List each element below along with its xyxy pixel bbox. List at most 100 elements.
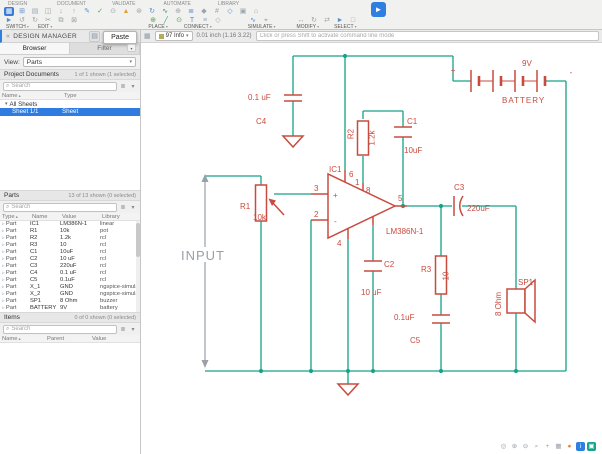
canvas-nav-icon[interactable]: ◎ <box>499 442 508 451</box>
command-line-input[interactable] <box>256 31 599 41</box>
ribbon-tool-icon[interactable]: ▲ <box>121 7 131 16</box>
ribbon-tool-icon[interactable]: ◆ <box>199 7 209 16</box>
gnd-symbol-bottom[interactable] <box>338 384 358 395</box>
collapse-section-icon[interactable]: ▾ <box>129 326 137 333</box>
canvas-nav-icon[interactable]: + <box>543 442 552 451</box>
capacitor-c2[interactable] <box>364 261 382 271</box>
column-header-name[interactable]: Name ▴ <box>2 92 64 99</box>
part-type-cell: Part <box>0 284 30 291</box>
opamp-symbol[interactable] <box>328 174 395 238</box>
ribbon-tool-icon[interactable]: ∿ <box>160 7 170 16</box>
part-value-cell: 8 Ohm <box>60 298 100 305</box>
parts-list: Part IC1 LM386N-1 linear Part R1 10k pot… <box>0 221 140 312</box>
column-header-value[interactable]: Value <box>62 213 102 220</box>
ribbon-tool-icon[interactable]: ⊛ <box>134 7 144 16</box>
part-library-cell: rcl <box>100 256 140 263</box>
paste-icon[interactable]: ▤ <box>89 31 100 42</box>
part-row[interactable]: Part BATTERY 9V battery <box>0 305 140 312</box>
part-row[interactable]: Part R1 10k pot <box>0 228 140 235</box>
column-header-name[interactable]: Name <box>32 213 62 220</box>
scrollbar-thumb[interactable] <box>136 223 140 257</box>
opamp-plus-label: + <box>333 191 338 200</box>
part-row[interactable]: Part C1 10uF rcl <box>0 249 140 256</box>
parts-search-input[interactable] <box>11 204 114 210</box>
ribbon-tool-icon[interactable]: ↑ <box>69 7 79 16</box>
canvas-nav-icon[interactable]: ⊖ <box>521 442 530 451</box>
part-row[interactable]: Part X_2 GND ngspice-simulatio <box>0 291 140 298</box>
sort-asc-icon: ▴ <box>18 335 20 342</box>
section-items[interactable]: Items 0 of 0 shown (0 selected) <box>0 312 140 323</box>
ribbon-tool-icon[interactable]: ▤ <box>30 7 40 16</box>
ribbon-tool-icon[interactable]: ↓ <box>56 7 66 16</box>
collapse-section-icon[interactable]: ▾ <box>129 83 137 90</box>
list-options-icon[interactable]: ≣ <box>119 326 127 333</box>
documents-search-input[interactable] <box>11 83 114 89</box>
ribbon-tool-icon[interactable]: ≣ <box>186 7 196 16</box>
battery-symbol[interactable] <box>471 70 545 92</box>
layer-label: 97 Info <box>166 33 184 39</box>
list-options-icon[interactable]: ≣ <box>119 83 127 90</box>
r1-value-label: 10k <box>253 213 267 222</box>
ribbon-tool-icon[interactable]: ↻ <box>147 7 157 16</box>
ribbon-tool-icon[interactable]: ▣ <box>238 7 248 16</box>
part-row[interactable]: Part C2 10 uF rcl <box>0 256 140 263</box>
opamp-minus-label: - <box>334 217 337 226</box>
ribbon-tool-icon[interactable]: ◇ <box>225 7 235 16</box>
grid-settings-icon[interactable]: ▦ <box>144 32 151 40</box>
part-row[interactable]: Part R2 1.2k rcl <box>0 235 140 242</box>
column-label: Name <box>2 92 17 99</box>
column-header-parent[interactable]: Parent <box>47 335 92 342</box>
part-value-cell: 1.2k <box>60 235 100 242</box>
tab-browser[interactable]: Browser <box>0 43 70 54</box>
part-row[interactable]: Part X_1 GND ngspice-simulatio <box>0 284 140 291</box>
ribbon-tool-icon[interactable]: ▦ <box>4 7 14 16</box>
ribbon-tool-icon[interactable]: ⊕ <box>173 7 183 16</box>
section-parts[interactable]: Parts 13 of 13 shown (0 selected) <box>0 190 140 201</box>
layer-select[interactable]: 97 Info ▾ <box>155 31 193 41</box>
collapse-panel-icon[interactable]: « <box>6 33 10 40</box>
ribbon-tool-icon[interactable]: # <box>212 7 222 16</box>
part-row[interactable]: Part C5 0.1uF rcl <box>0 277 140 284</box>
canvas-nav-icon[interactable]: ▣ <box>587 442 596 451</box>
select-tool-button[interactable]: ► <box>371 2 386 17</box>
canvas-nav-icon[interactable]: ⊕ <box>510 442 519 451</box>
tree-item-all-sheets[interactable]: ▾ All Sheets <box>0 100 140 108</box>
collapse-section-icon[interactable]: ▾ <box>129 204 137 211</box>
list-options-icon[interactable]: ≣ <box>119 204 127 211</box>
ribbon-tool-icon[interactable]: ⌂ <box>251 7 261 16</box>
view-select[interactable]: Parts ▾ <box>23 57 136 67</box>
canvas-nav-icon[interactable]: ⌕ <box>532 442 541 451</box>
part-row[interactable]: Part C3 220uF rcl <box>0 263 140 270</box>
sheet-row-selected[interactable]: Sheet 1/1 Sheet <box>0 108 140 116</box>
column-header-type[interactable]: Type <box>64 92 138 99</box>
paste-dropdown-icon[interactable]: ▾ <box>127 44 136 52</box>
column-header-name[interactable]: Name ▴ <box>2 335 47 342</box>
capacitor-c4[interactable] <box>284 95 302 101</box>
part-library-cell: pot <box>100 228 140 235</box>
schematic-canvas[interactable]: INPUT <box>141 43 602 454</box>
ribbon-tool-icon[interactable]: ⊞ <box>17 7 27 16</box>
part-row[interactable]: Part C4 0.1 uF rcl <box>0 270 140 277</box>
tree-expander-icon[interactable]: ▾ <box>5 101 8 107</box>
ribbon-tool-icon[interactable]: ✎ <box>82 7 92 16</box>
column-header-value[interactable]: Value <box>92 335 138 342</box>
ribbon-tool-icon[interactable]: ⊙ <box>108 7 118 16</box>
canvas-nav-icon[interactable]: i <box>576 442 585 451</box>
part-row[interactable]: Part SP1 8 Ohm buzzer <box>0 298 140 305</box>
gnd-symbol-top[interactable] <box>283 136 303 147</box>
capacitor-c5[interactable] <box>432 315 450 323</box>
part-row[interactable]: Part IC1 LM386N-1 linear <box>0 221 140 228</box>
canvas-nav-icon[interactable]: ▦ <box>554 442 563 451</box>
part-row[interactable]: Part R3 10 rcl <box>0 242 140 249</box>
items-search-input[interactable] <box>11 326 114 332</box>
ribbon-tool-icon[interactable]: ✓ <box>95 7 105 16</box>
canvas-nav-icon[interactable]: ● <box>565 442 574 451</box>
column-header-type[interactable]: Type ▴ <box>2 213 32 220</box>
parts-scrollbar[interactable] <box>136 221 140 312</box>
column-header-library[interactable]: Library <box>102 213 138 220</box>
documents-table-header: Name ▴ Type <box>0 92 140 100</box>
capacitor-c1[interactable] <box>394 127 412 137</box>
part-library-cell: buzzer <box>100 298 140 305</box>
section-project-documents[interactable]: Project Documents 1 of 1 shown (1 select… <box>0 69 140 80</box>
ribbon-tool-icon[interactable]: ◫ <box>43 7 53 16</box>
